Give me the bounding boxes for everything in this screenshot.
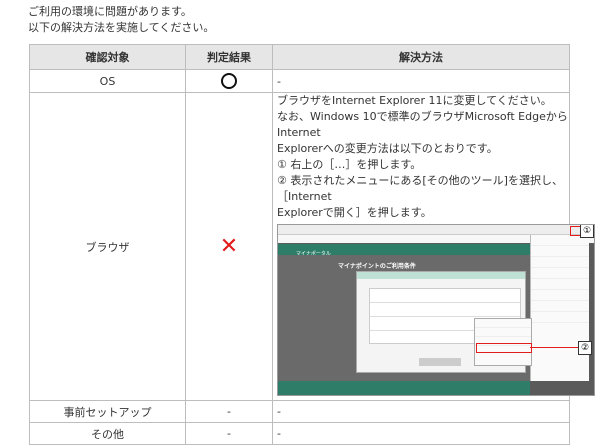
open-in-ie-highlight xyxy=(476,343,532,353)
method-cell: - xyxy=(272,400,570,423)
row-target: その他 xyxy=(29,422,186,445)
table-row-other: その他 - - xyxy=(29,422,570,445)
method-line: なお、Windows 10で標準のブラウザMicrosoft EdgeからInt… xyxy=(277,110,568,139)
submenu-item xyxy=(475,319,531,328)
table-row-browser: ブラウザ ✕ ブラウザをInternet Explorer 11に変更してくださ… xyxy=(29,92,595,401)
table-row-os: OS - xyxy=(29,69,570,93)
marker-1: ① xyxy=(580,225,594,238)
menu-item xyxy=(531,268,589,279)
result-cell xyxy=(185,69,273,93)
result-cell: - xyxy=(185,400,273,423)
row-target: ブラウザ xyxy=(29,92,186,401)
submenu-item xyxy=(475,328,531,337)
method-cell: ブラウザをInternet Explorer 11に変更してください。 なお、W… xyxy=(272,92,595,401)
menu-item xyxy=(531,301,589,312)
result-cell: ✕ xyxy=(185,92,273,401)
callout-line-2 xyxy=(530,347,578,348)
instruction-screenshot: マイナポータル マイナポイントのご利用条件 ① ② xyxy=(277,224,595,396)
dialog-button xyxy=(419,358,461,366)
header-method: 解決方法 xyxy=(272,44,570,70)
check-results-table: 確認対象 判定結果 解決方法 OS - ブラウザ ✕ ブラウザをInternet… xyxy=(29,44,595,445)
method-cell: - xyxy=(272,69,570,93)
header-target: 確認対象 xyxy=(29,44,186,70)
browser-settings-menu xyxy=(530,235,589,381)
browser-tab-bar xyxy=(278,225,594,235)
intro-line-2: 以下の解決方法を実施してください。 xyxy=(28,21,215,34)
result-cell: - xyxy=(185,422,273,445)
marker-2: ② xyxy=(578,341,592,355)
site-header: マイナポータル xyxy=(278,244,530,257)
table-header-row: 確認対象 判定結果 解決方法 xyxy=(29,44,570,70)
dialog-header xyxy=(357,272,525,279)
method-line: ② 表示されたメニューにある[その他のツール]を選択し、［Internet xyxy=(277,174,563,203)
method-cell: - xyxy=(272,422,570,445)
menu-item xyxy=(531,279,589,290)
more-tools-submenu xyxy=(474,318,532,366)
circle-ok-icon xyxy=(221,73,237,89)
menu-item xyxy=(531,290,589,301)
intro-message: ご利用の環境に問題があります。 以下の解決方法を実施してください。 xyxy=(28,4,214,36)
method-line: ① 右上の［…］を押します。 xyxy=(277,158,422,171)
dialog-table-row xyxy=(370,289,520,303)
dialog-table-row xyxy=(370,303,520,317)
intro-line-1: ご利用の環境に問題があります。 xyxy=(28,5,192,18)
header-result: 判定結果 xyxy=(185,44,273,70)
row-target: 事前セットアップ xyxy=(29,400,186,423)
method-line: Explorerへの変更方法は以下のとおりです。 xyxy=(277,142,498,155)
menu-item xyxy=(531,257,589,268)
menu-item xyxy=(531,246,589,257)
row-target: OS xyxy=(29,69,186,93)
table-row-setup: 事前セットアップ - - xyxy=(29,400,570,423)
cross-ng-icon: ✕ xyxy=(219,233,239,259)
site-footer xyxy=(278,381,530,395)
method-line: Explorerで開く］を押します。 xyxy=(277,206,432,219)
method-line: ブラウザをInternet Explorer 11に変更してください。 xyxy=(277,94,552,107)
menu-item xyxy=(531,312,589,323)
